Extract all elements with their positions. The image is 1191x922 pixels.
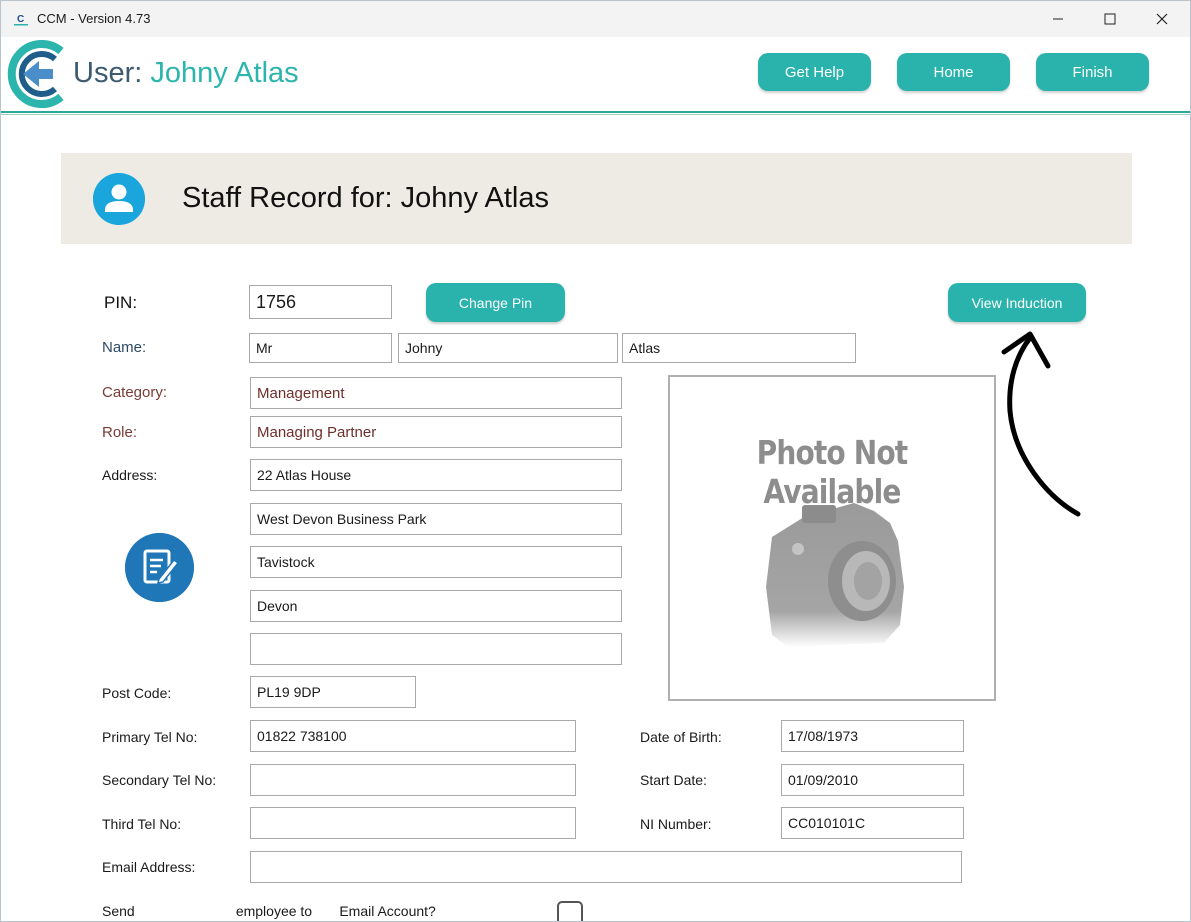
address-line-2-field[interactable]: West Devon Business Park: [250, 503, 622, 535]
role-label: Role:: [102, 424, 138, 441]
first-name-field[interactable]: Johny: [398, 333, 618, 363]
home-button[interactable]: Home: [897, 53, 1010, 91]
title-bar: C CCM - Version 4.73: [1, 1, 1190, 37]
third-tel-label: Third Tel No:: [102, 816, 182, 832]
ccm-logo-back-icon[interactable]: [3, 37, 69, 111]
address-line-3-field[interactable]: Tavistock: [250, 546, 622, 578]
app-window: C CCM - Version 4.73 User: Johny Atlas G…: [0, 0, 1191, 922]
change-pin-button[interactable]: Change Pin: [426, 283, 565, 322]
app-icon: C: [14, 14, 28, 26]
name-label: Name:: [102, 339, 147, 356]
post-code-field[interactable]: PL19 9DP: [250, 676, 416, 708]
get-help-button[interactable]: Get Help: [758, 53, 871, 91]
view-induction-button[interactable]: View Induction: [948, 283, 1086, 322]
email-field[interactable]: [250, 851, 962, 883]
email-label: Email Address:: [102, 859, 196, 875]
start-date-field[interactable]: 01/09/2010: [781, 764, 964, 796]
staff-record-banner: Staff Record for: Johny Atlas: [61, 153, 1132, 244]
address-label: Address:: [102, 467, 158, 483]
send-email-account-checkbox[interactable]: [557, 901, 583, 921]
app-header: User: Johny Atlas Get Help Home Finish: [1, 37, 1190, 113]
maximize-icon: [1104, 13, 1116, 25]
dob-label: Date of Birth:: [640, 729, 722, 745]
svg-text:C: C: [17, 14, 24, 25]
ni-number-label: NI Number:: [640, 816, 712, 832]
user-name: Johny Atlas: [150, 57, 299, 89]
last-name-field[interactable]: Atlas: [622, 333, 856, 363]
header-divider-thin: [1, 114, 1190, 115]
camera-icon: [766, 503, 904, 647]
minimize-button[interactable]: [1032, 1, 1084, 37]
role-field[interactable]: Managing Partner: [250, 416, 622, 448]
send-email-account-label: Send employee to Email Account?: [102, 903, 436, 919]
pin-field[interactable]: 1756: [249, 285, 392, 319]
edit-icon[interactable]: [125, 533, 194, 602]
finish-button[interactable]: Finish: [1036, 53, 1149, 91]
pin-label: PIN:: [104, 293, 138, 312]
third-tel-field[interactable]: [250, 807, 576, 839]
window-title: CCM - Version 4.73: [37, 11, 151, 26]
dob-field[interactable]: 17/08/1973: [781, 720, 964, 752]
header-divider: [1, 111, 1190, 113]
minimize-icon: [1053, 18, 1063, 20]
page-title: Staff Record for: Johny Atlas: [182, 182, 549, 214]
primary-tel-field[interactable]: 01822 738100: [250, 720, 576, 752]
secondary-tel-label: Secondary Tel No:: [102, 772, 217, 788]
address-line-1-field[interactable]: 22 Atlas House: [250, 459, 622, 491]
post-code-label: Post Code:: [102, 685, 172, 701]
close-button[interactable]: [1136, 1, 1188, 37]
maximize-button[interactable]: [1084, 1, 1136, 37]
address-line-4-field[interactable]: Devon: [250, 590, 622, 622]
close-icon: [1156, 13, 1168, 25]
primary-tel-label: Primary Tel No:: [102, 729, 198, 745]
annotation-arrow: [1001, 331, 1081, 517]
address-line-5-field[interactable]: [250, 633, 622, 665]
user-prefix: User:: [73, 57, 151, 89]
user-heading: User: Johny Atlas: [73, 57, 299, 90]
ni-number-field[interactable]: CC010101C: [781, 807, 964, 839]
category-field[interactable]: Management: [250, 377, 622, 409]
start-date-label: Start Date:: [640, 772, 707, 788]
secondary-tel-field[interactable]: [250, 764, 576, 796]
name-title-field[interactable]: Mr: [249, 333, 392, 363]
photo-placeholder[interactable]: Photo Not Available: [668, 375, 996, 701]
category-label: Category:: [102, 384, 168, 401]
user-icon: [93, 173, 145, 225]
